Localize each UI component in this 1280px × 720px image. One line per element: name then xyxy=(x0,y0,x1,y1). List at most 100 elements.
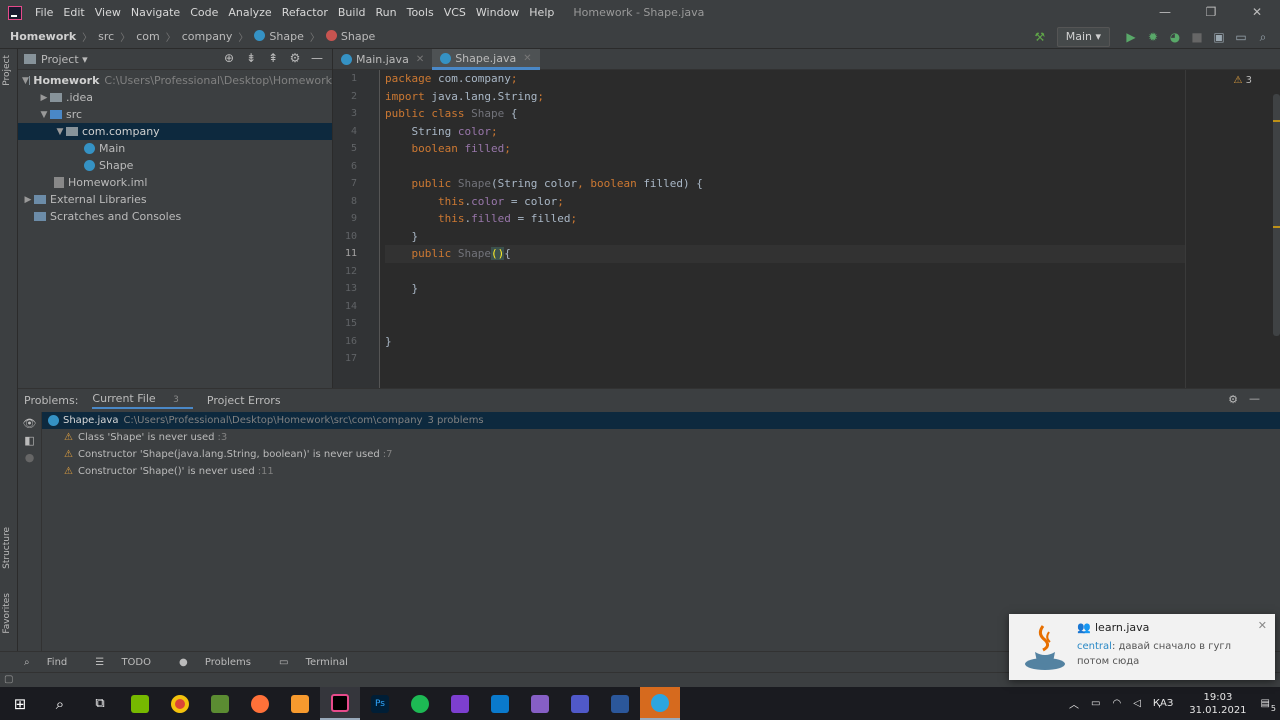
chevron-up-icon[interactable]: ︿ xyxy=(1069,696,1079,711)
build-hammer-icon[interactable]: ⚒ xyxy=(1029,30,1051,44)
tree-item-homework-iml[interactable]: Homework.iml xyxy=(18,174,332,191)
todo-tool-button[interactable]: ☰ TODO xyxy=(95,657,165,668)
hide-icon[interactable]: — xyxy=(306,51,328,65)
collapse-all-icon[interactable]: ⇞ xyxy=(262,51,284,65)
favorites-tool-tab[interactable]: Favorites xyxy=(2,593,12,634)
chevron-down-icon[interactable]: ▼ xyxy=(22,76,29,86)
menu-refactor[interactable]: Refactor xyxy=(277,0,333,25)
volume-icon[interactable]: ◁ xyxy=(1133,698,1141,709)
close-tab-icon[interactable]: ✕ xyxy=(523,53,531,64)
tree-item-scratches[interactable]: Scratches and Consoles xyxy=(18,208,332,225)
tree-item-shape[interactable]: Shape xyxy=(18,157,332,174)
taskbar-photoshop[interactable]: Ps xyxy=(360,687,400,720)
warning-stripe[interactable] xyxy=(1273,226,1280,228)
taskbar-vscode[interactable] xyxy=(480,687,520,720)
warning-stripe[interactable] xyxy=(1273,120,1280,122)
debug-icon[interactable]: ✹ xyxy=(1142,30,1164,44)
eye-icon[interactable]: 👁 xyxy=(18,417,41,430)
close-icon[interactable]: ✕ xyxy=(1258,619,1267,632)
locate-icon[interactable]: ⊕ xyxy=(218,51,240,65)
problem-item[interactable]: ⚠ Constructor 'Shape(java.lang.String, b… xyxy=(42,446,1280,463)
chevron-right-icon[interactable]: ▶ xyxy=(22,195,34,205)
project-structure-icon[interactable]: ▣ xyxy=(1208,30,1230,44)
breadcrumb-project[interactable]: Homework xyxy=(10,30,76,43)
taskbar-spotify[interactable] xyxy=(400,687,440,720)
problem-item[interactable]: ⚠ Class 'Shape' is never used :3 xyxy=(42,429,1280,446)
clock[interactable]: 19:03 31.01.2021 xyxy=(1189,691,1246,717)
breadcrumb-com[interactable]: com xyxy=(136,30,160,43)
gear-icon[interactable]: ⚙ xyxy=(1228,393,1238,406)
chevron-down-icon[interactable]: ▼ xyxy=(38,110,50,120)
menu-edit[interactable]: Edit xyxy=(58,0,89,25)
menu-view[interactable]: View xyxy=(90,0,126,25)
tab-main-java[interactable]: Main.java ✕ xyxy=(333,49,432,70)
task-view-button[interactable]: ⧉ xyxy=(80,687,120,720)
menu-code[interactable]: Code xyxy=(185,0,223,25)
problem-file-row[interactable]: Shape.java C:\Users\Professional\Desktop… xyxy=(42,412,1280,429)
notification-toast[interactable]: 👥 learn.java central: давай сначало в гу… xyxy=(1009,614,1275,680)
tab-current-file[interactable]: Current File 3 xyxy=(92,392,193,409)
wifi-icon[interactable]: ◠ xyxy=(1112,698,1121,709)
close-button[interactable]: ✕ xyxy=(1234,0,1280,25)
menu-vcs[interactable]: VCS xyxy=(439,0,471,25)
menu-build[interactable]: Build xyxy=(333,0,371,25)
terminal-tool-button[interactable]: ▭ Terminal xyxy=(279,657,362,668)
presentation-icon[interactable]: ▭ xyxy=(1230,30,1252,44)
tree-item-com-company[interactable]: ▼ com.company xyxy=(18,123,332,140)
run-icon[interactable]: ▶ xyxy=(1120,30,1142,44)
taskbar-intellij[interactable] xyxy=(320,687,360,720)
breadcrumb-company[interactable]: company xyxy=(182,30,233,43)
project-tool-tab[interactable]: Project xyxy=(2,55,12,86)
taskbar-chip-app[interactable] xyxy=(440,687,480,720)
gear-icon[interactable]: ⚙ xyxy=(284,51,306,65)
menu-file[interactable]: File xyxy=(30,0,58,25)
taskbar-nvidia[interactable] xyxy=(120,687,160,720)
menu-tools[interactable]: Tools xyxy=(402,0,439,25)
tree-item-main[interactable]: Main xyxy=(18,140,332,157)
minimize-button[interactable]: — xyxy=(1142,0,1188,25)
editor-scrollbar[interactable] xyxy=(1273,94,1280,336)
structure-tool-tab[interactable]: Structure xyxy=(2,527,12,569)
action-center-icon[interactable]: ▤ 5 xyxy=(1261,698,1276,713)
taskbar-sublime[interactable] xyxy=(280,687,320,720)
tab-project-errors[interactable]: Project Errors xyxy=(207,394,281,407)
tree-item-idea[interactable]: ▶ .idea xyxy=(18,89,332,106)
code-area[interactable]: package com.company; import java.lang.St… xyxy=(385,70,1185,368)
preview-icon[interactable]: ◧ xyxy=(18,434,41,447)
search-everywhere-icon[interactable]: ⌕ xyxy=(1252,30,1274,45)
project-view-select[interactable]: Project ▾ xyxy=(41,53,88,66)
tree-item-homework[interactable]: ▼ Homework C:\Users\Professional\Desktop… xyxy=(18,72,332,89)
taskbar-word[interactable] xyxy=(600,687,640,720)
breadcrumb-method[interactable]: Shape xyxy=(325,30,375,43)
taskbar-visual-studio[interactable] xyxy=(520,687,560,720)
maximize-button[interactable]: ❐ xyxy=(1188,0,1234,25)
menu-navigate[interactable]: Navigate xyxy=(126,0,185,25)
start-button[interactable]: ⊞ xyxy=(0,687,40,720)
menu-window[interactable]: Window xyxy=(471,0,524,25)
taskbar-telegram[interactable] xyxy=(640,687,680,720)
coverage-icon[interactable]: ◕ xyxy=(1164,30,1186,44)
taskbar-teams[interactable] xyxy=(560,687,600,720)
menu-run[interactable]: Run xyxy=(371,0,402,25)
tab-shape-java[interactable]: Shape.java ✕ xyxy=(432,49,540,70)
close-tab-icon[interactable]: ✕ xyxy=(416,54,424,65)
bulb-icon[interactable]: ● xyxy=(18,451,41,464)
problems-tool-button[interactable]: ● Problems xyxy=(179,657,265,668)
warnings-indicator[interactable]: ⚠ 3 xyxy=(1233,75,1252,86)
chevron-right-icon[interactable]: ▶ xyxy=(38,93,50,103)
menu-help[interactable]: Help xyxy=(524,0,559,25)
language-indicator[interactable]: ҚАЗ xyxy=(1153,698,1173,709)
find-tool-button[interactable]: ⌕ Find xyxy=(24,657,81,668)
problem-item[interactable]: ⚠ Constructor 'Shape()' is never used :1… xyxy=(42,463,1280,480)
taskbar-firefox[interactable] xyxy=(240,687,280,720)
run-configuration-select[interactable]: Main ▾ xyxy=(1056,27,1110,47)
search-button[interactable]: ⌕ xyxy=(40,687,80,720)
tool-windows-icon[interactable]: ▢ xyxy=(4,674,13,685)
hide-icon[interactable]: — xyxy=(1249,392,1260,405)
taskbar-minecraft[interactable] xyxy=(200,687,240,720)
stop-icon[interactable]: ■ xyxy=(1186,30,1208,44)
chevron-down-icon[interactable]: ▼ xyxy=(54,127,66,137)
breadcrumb-src[interactable]: src xyxy=(98,30,114,43)
tree-item-src[interactable]: ▼ src xyxy=(18,106,332,123)
breadcrumb-class[interactable]: Shape xyxy=(254,30,304,43)
